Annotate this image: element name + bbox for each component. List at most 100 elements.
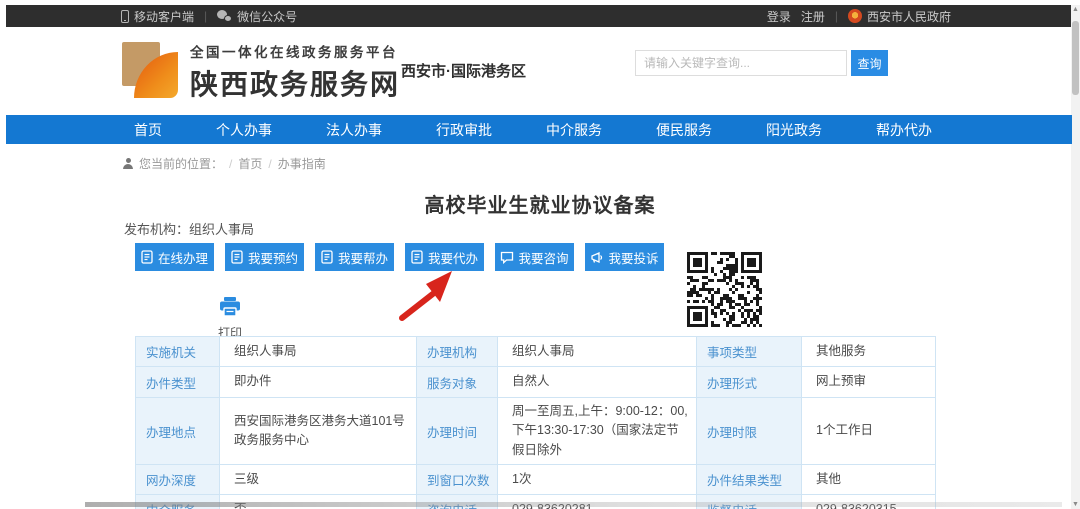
search-box: 查询 (635, 50, 888, 76)
assist-button[interactable]: 我要帮办 (315, 243, 394, 271)
megaphone-icon (591, 251, 603, 263)
mobile-phone-icon (121, 9, 129, 23)
login-link[interactable]: 登录 (767, 8, 791, 25)
nav-item-admin-approval[interactable]: 行政审批 (436, 120, 492, 140)
scrollbar-thumb[interactable] (1072, 21, 1079, 95)
field-value: 组织人事局 (497, 336, 697, 367)
nav-item-convenience[interactable]: 便民服务 (656, 120, 712, 140)
form-icon (321, 250, 333, 264)
publisher-label: 发布机构：组织人事局 (124, 222, 255, 237)
page: 移动客户端 | 微信公众号 登录 注册 | 西安市人民政府 ▲ ▼ 全国一体化在… (0, 0, 1080, 509)
field-value: 三级 (219, 464, 417, 496)
table-row: 办理地点 西安国际港务区港务大道101号政务服务中心 办理时间 周一至周五,上午… (135, 396, 936, 466)
reserve-label: 我要预约 (247, 251, 298, 266)
scrollbar[interactable]: ▲ ▼ (1071, 5, 1080, 509)
form-icon (411, 250, 423, 264)
breadcrumb-home-link[interactable]: 首页 (238, 155, 262, 172)
service-info-table: 实施机关 组织人事局 办理机构 组织人事局 事项类型 其他服务 办件类型 即办件… (135, 336, 936, 509)
wechat-label: 微信公众号 (237, 9, 298, 24)
gov-site-link[interactable]: 西安市人民政府 (847, 8, 951, 25)
field-value: 组织人事局 (219, 336, 417, 367)
nav-item-personal[interactable]: 个人办事 (216, 120, 272, 140)
field-value: 其他服务 (801, 336, 936, 367)
nav-item-intermediary[interactable]: 中介服务 (546, 120, 602, 140)
field-value: 其他 (801, 464, 936, 496)
action-button-row: 在线办理 我要预约 我要帮办 我要代办 我要咨询 我要投诉 (135, 243, 664, 271)
online-handle-button[interactable]: 在线办理 (135, 243, 214, 271)
field-label: 网办深度 (135, 464, 220, 496)
breadcrumb-current[interactable]: 办事指南 (278, 155, 326, 172)
online-handle-label: 在线办理 (157, 251, 208, 266)
nav-item-agency[interactable]: 帮办代办 (876, 120, 932, 140)
agent-button[interactable]: 我要代办 (405, 243, 484, 271)
field-value: 即办件 (219, 366, 417, 398)
printer-icon (220, 297, 240, 317)
field-value: 1次 (497, 464, 697, 496)
breadcrumb-sep: / (229, 156, 233, 171)
photo-edge-strip (85, 502, 1062, 507)
field-value: 周一至周五,上午：9:00-12：00,下午13:30-17:30（国家法定节假… (497, 396, 697, 466)
field-label: 办理时限 (696, 396, 802, 466)
nav-item-home[interactable]: 首页 (134, 120, 162, 140)
breadcrumb: 您当前的位置： / 首页 / 办事指南 (123, 155, 326, 172)
field-label: 办理时间 (416, 396, 498, 466)
consult-button[interactable]: 我要咨询 (495, 243, 574, 271)
form-icon (141, 250, 153, 264)
field-label: 服务对象 (416, 366, 498, 398)
wechat-icon (217, 10, 233, 22)
qr-code (687, 252, 762, 327)
scroll-up-icon[interactable]: ▲ (1071, 6, 1080, 13)
field-value: 自然人 (497, 366, 697, 398)
field-value: 1个工作日 (801, 396, 936, 466)
form-icon (231, 250, 243, 264)
platform-tagline: 全国一体化在线政务服务平台 (190, 45, 398, 60)
table-row: 办件类型 即办件 服务对象 自然人 办理形式 网上预审 (135, 366, 936, 398)
site-header: 全国一体化在线政务服务平台 陕西政务服务网 西安市·国际港务区 查询 (6, 27, 1071, 115)
agent-label: 我要代办 (427, 251, 478, 266)
breadcrumb-sep-2: / (268, 156, 272, 171)
topbar-divider: | (204, 9, 208, 23)
field-label: 办理地点 (135, 396, 220, 466)
reserve-button[interactable]: 我要预约 (225, 243, 304, 271)
field-value: 西安国际港务区港务大道101号政务服务中心 (219, 396, 417, 466)
complain-label: 我要投诉 (608, 251, 659, 266)
scroll-down-icon[interactable]: ▼ (1071, 501, 1080, 508)
nav-item-sunshine-gov[interactable]: 阳光政务 (766, 120, 822, 140)
wechat-link[interactable]: 微信公众号 (217, 8, 297, 25)
field-label: 办理形式 (696, 366, 802, 398)
topbar-divider-2: | (834, 9, 838, 23)
page-title: 高校毕业生就业协议备案 (424, 195, 656, 217)
mobile-client-link[interactable]: 移动客户端 (121, 8, 194, 25)
consult-label: 我要咨询 (518, 251, 569, 266)
field-label: 到窗口次数 (416, 464, 498, 496)
field-label: 办件结果类型 (696, 464, 802, 496)
site-logo (122, 40, 184, 102)
register-link[interactable]: 注册 (801, 8, 825, 25)
mobile-client-label: 移动客户端 (134, 9, 195, 24)
site-logo-text: 全国一体化在线政务服务平台 陕西政务服务网 (190, 41, 400, 103)
breadcrumb-prefix: 您当前的位置： (139, 157, 224, 171)
search-input[interactable] (635, 50, 847, 76)
national-emblem-icon (847, 9, 862, 23)
chat-icon (501, 251, 514, 264)
field-value: 网上预审 (801, 366, 936, 398)
field-label: 事项类型 (696, 336, 802, 367)
field-label: 办件类型 (135, 366, 220, 398)
location-person-icon (123, 158, 133, 169)
field-label: 办理机构 (416, 336, 498, 367)
topbar-left-group: 移动客户端 | 微信公众号 (121, 8, 297, 25)
top-utility-bar: 移动客户端 | 微信公众号 登录 注册 | 西安市人民政府 (6, 5, 1071, 27)
table-row: 实施机关 组织人事局 办理机构 组织人事局 事项类型 其他服务 (135, 336, 936, 367)
nav-item-legal-person[interactable]: 法人办事 (326, 120, 382, 140)
assist-label: 我要帮办 (337, 251, 388, 266)
search-button[interactable]: 查询 (851, 50, 888, 76)
print-action[interactable]: 打印 (210, 297, 250, 341)
main-nav: 首页 个人办事 法人办事 行政审批 中介服务 便民服务 阳光政务 帮办代办 (6, 115, 1072, 144)
table-row: 网办深度 三级 到窗口次数 1次 办件结果类型 其他 (135, 464, 936, 496)
region-name: 西安市·国际港务区 (401, 63, 526, 80)
site-name: 陕西政务服务网 (190, 69, 401, 100)
topbar-right-group: 登录 注册 | 西安市人民政府 (767, 8, 951, 25)
field-label: 实施机关 (135, 336, 220, 367)
complain-button[interactable]: 我要投诉 (585, 243, 664, 271)
gov-site-label: 西安市人民政府 (866, 9, 951, 24)
